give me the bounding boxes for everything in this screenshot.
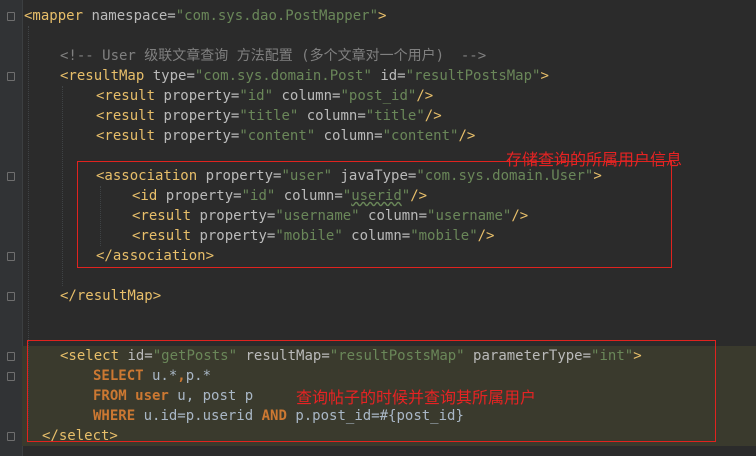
xml-value: "content"	[382, 128, 459, 144]
indent-guide	[62, 86, 63, 286]
xml-tag: <result	[96, 108, 156, 124]
xml-tag-end: />	[424, 108, 442, 124]
xml-tag: <result	[96, 88, 156, 104]
xml-comment: <!-- User 级联文章查询 方法配置 (多个文章对一个用户) -->	[60, 48, 487, 64]
code-line-comment[interactable]: <!-- User 级联文章查询 方法配置 (多个文章对一个用户) -->	[60, 46, 486, 66]
xml-attr: property=	[155, 88, 240, 104]
xml-value: "content"	[239, 128, 316, 144]
code-line-resultmap-close[interactable]: </resultMap>	[60, 286, 161, 306]
xml-attr: type=	[144, 68, 195, 84]
fold-marker-icon[interactable]	[7, 172, 15, 181]
fold-marker-icon[interactable]	[7, 252, 15, 261]
xml-value: "resultPostsMap"	[405, 68, 541, 84]
xml-value: "title"	[365, 108, 425, 124]
fold-marker-icon[interactable]	[7, 372, 15, 381]
xml-attr: column=	[315, 128, 383, 144]
xml-attr: property=	[155, 128, 240, 144]
fold-marker-icon[interactable]	[7, 292, 15, 301]
xml-tag: <mapper	[24, 8, 84, 24]
xml-tag-end: />	[458, 128, 476, 144]
fold-marker-icon[interactable]	[7, 432, 15, 441]
xml-attr: column=	[298, 108, 366, 124]
xml-tag: </resultMap>	[60, 288, 162, 304]
xml-attr: namespace=	[83, 8, 176, 24]
code-line-result-content[interactable]: <result property="content" column="conte…	[96, 126, 475, 146]
fold-marker-icon[interactable]	[7, 352, 15, 361]
code-line-result-id[interactable]: <result property="id" column="post_id"/>	[96, 86, 433, 106]
editor-gutter	[0, 0, 23, 456]
fold-marker-icon[interactable]	[7, 12, 15, 21]
fold-marker-icon[interactable]	[7, 72, 15, 81]
xml-value: "post_id"	[340, 88, 417, 104]
xml-attr: column=	[273, 88, 341, 104]
association-annotation-box	[77, 161, 672, 268]
xml-tag-end: >	[540, 68, 549, 84]
xml-value: "id"	[239, 88, 274, 104]
xml-attr: id=	[371, 68, 406, 84]
xml-value: "com.sys.domain.Post"	[194, 68, 372, 84]
xml-tag: <result	[96, 128, 156, 144]
xml-value: "title"	[239, 108, 299, 124]
code-line-result-title[interactable]: <result property="title" column="title"/…	[96, 106, 442, 126]
xml-tag-end: />	[416, 88, 434, 104]
association-annotation-note: 存储查询的所属用户信息	[506, 150, 683, 169]
xml-tag-end: >	[378, 8, 387, 24]
code-line-resultmap-open[interactable]: <resultMap type="com.sys.domain.Post" id…	[60, 66, 549, 86]
select-annotation-note: 查询帖子的时候并查询其所属用户	[296, 388, 537, 407]
xml-tag: <resultMap	[60, 68, 145, 84]
xml-value: "com.sys.dao.PostMapper"	[175, 8, 379, 24]
code-line-mapper-open[interactable]: <mapper namespace="com.sys.dao.PostMappe…	[24, 6, 386, 26]
xml-attr: property=	[155, 108, 240, 124]
